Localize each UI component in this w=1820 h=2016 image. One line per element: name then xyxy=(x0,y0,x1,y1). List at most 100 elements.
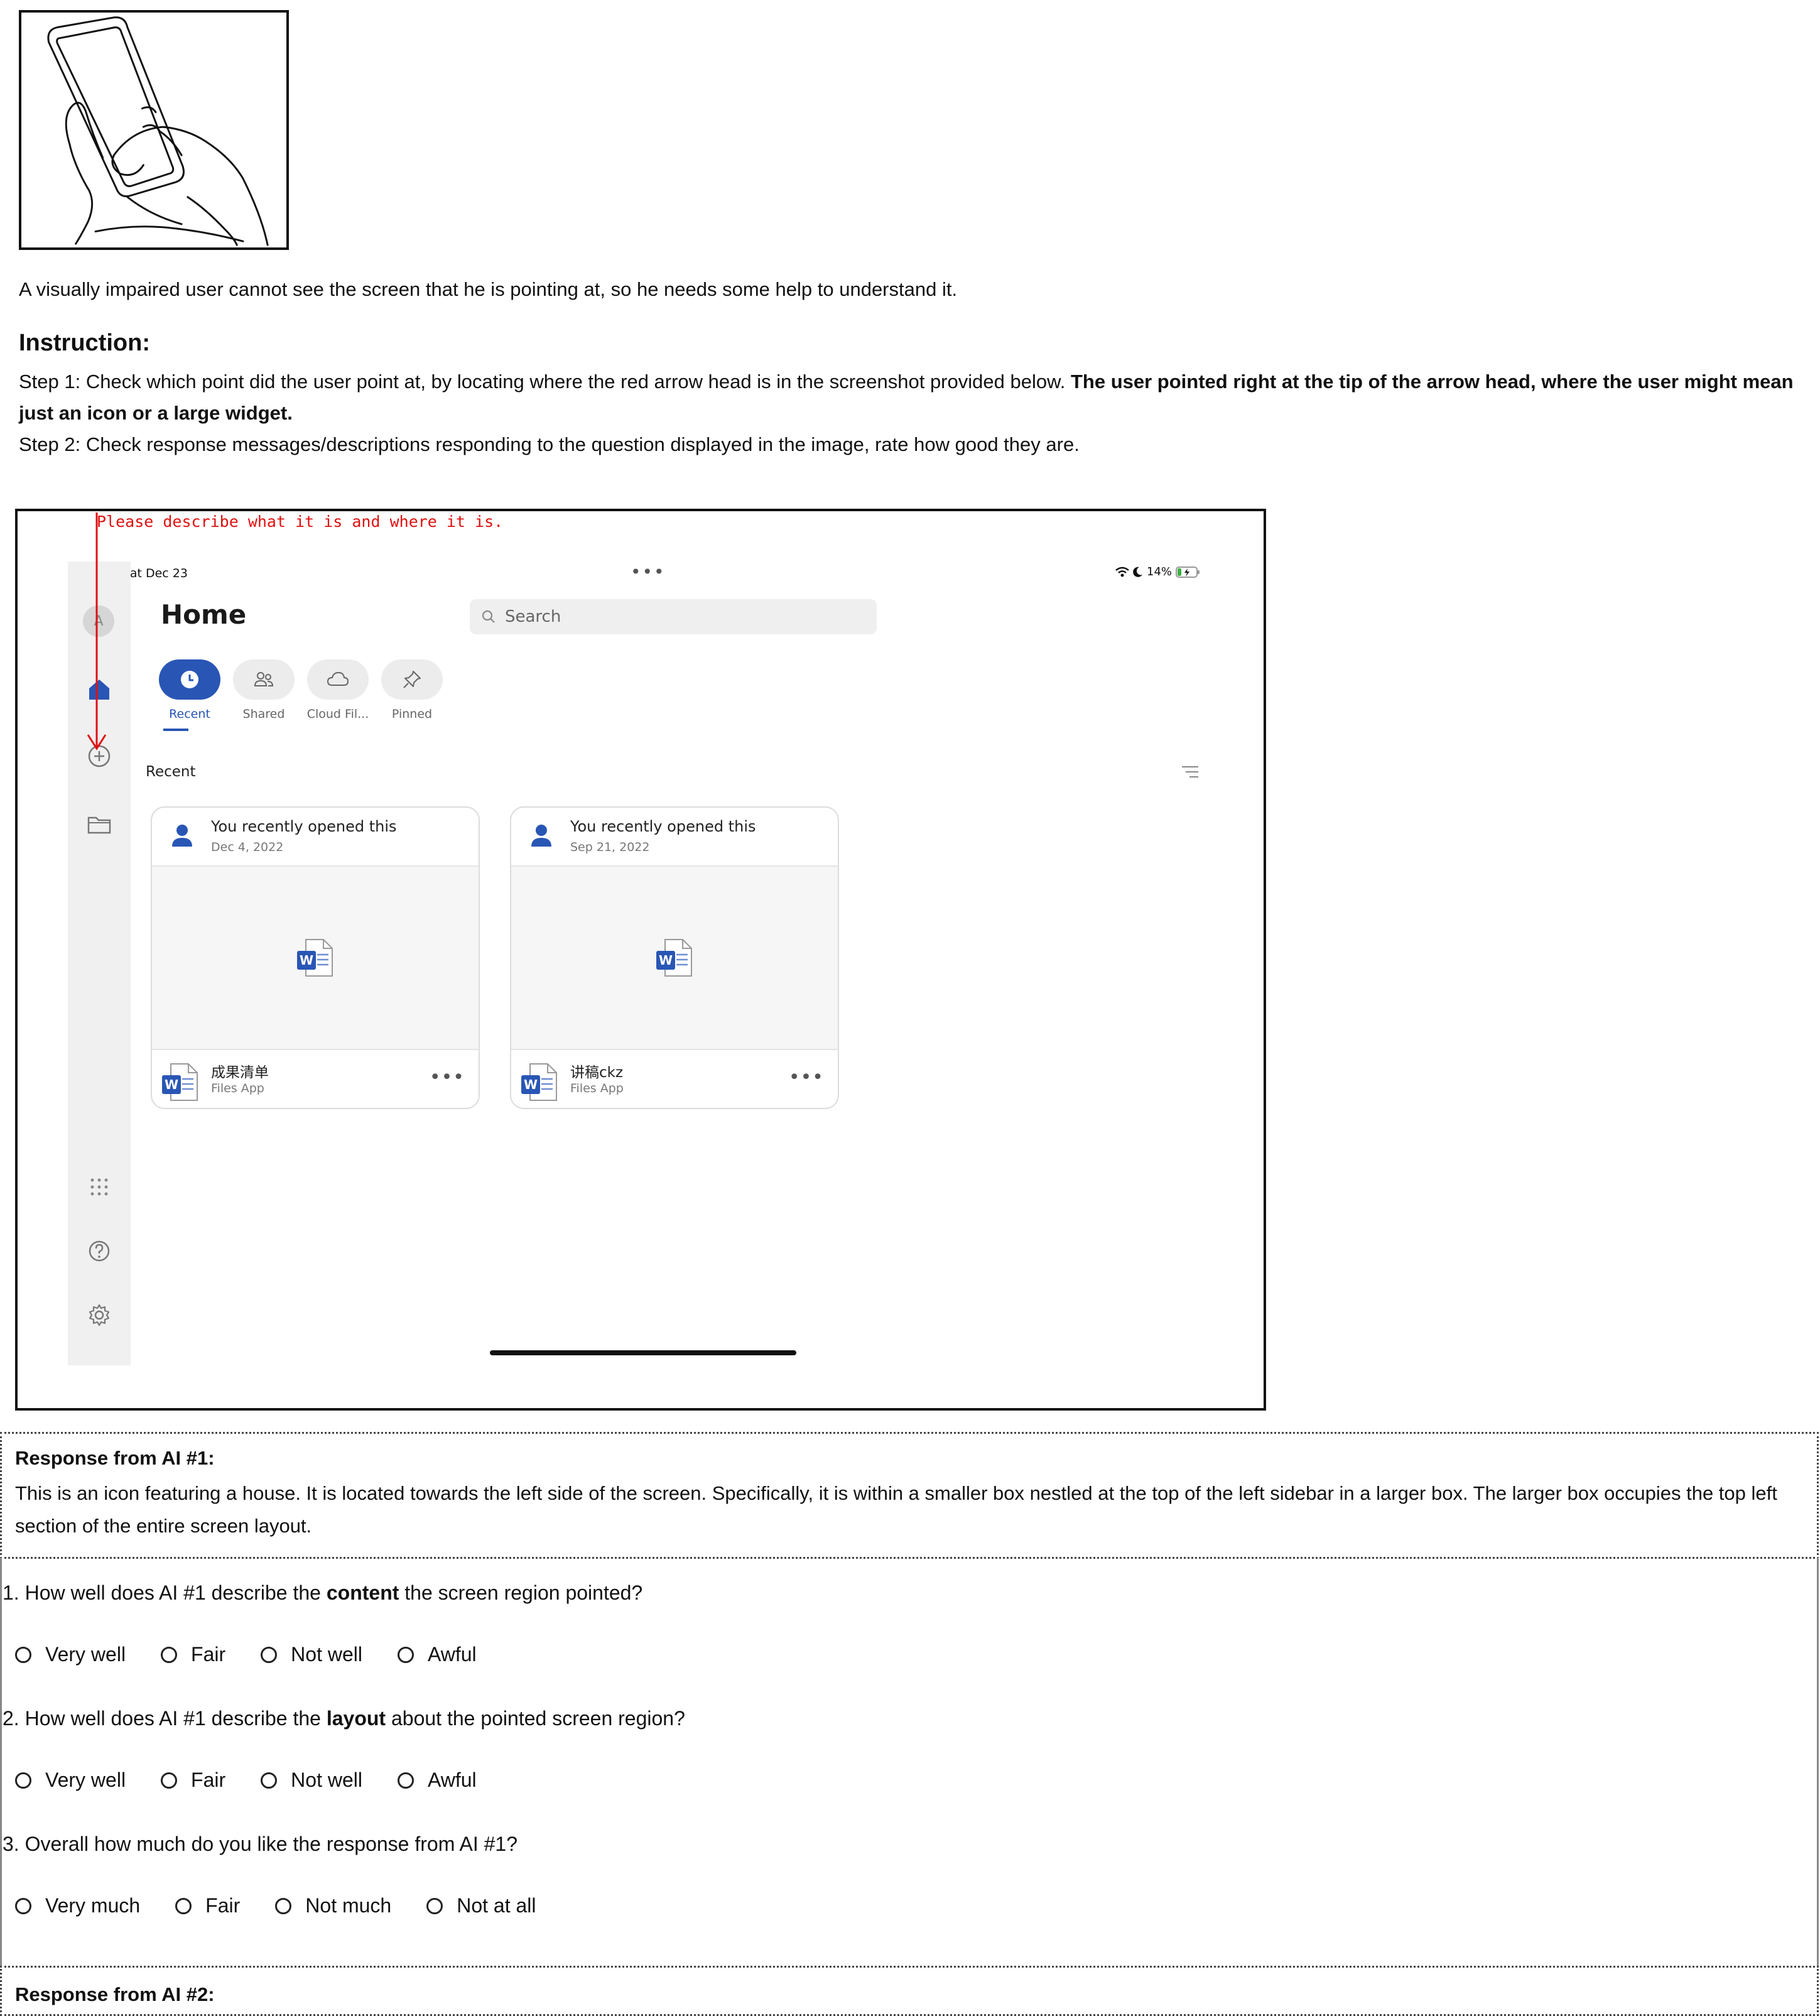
radio-button[interactable] xyxy=(15,1897,31,1914)
sort-icon[interactable] xyxy=(1179,762,1201,781)
recent-file-card[interactable]: You recently opened this Dec 4, 2022 W W… xyxy=(151,806,480,1109)
radio-option[interactable]: Not much xyxy=(275,1894,391,1917)
person-icon xyxy=(531,825,551,847)
response2-title: Response from AI #2: xyxy=(15,1983,215,2005)
battery-percent: 14% xyxy=(1147,565,1173,578)
card-heading: You recently opened this xyxy=(211,818,397,835)
question-emphasis: layout xyxy=(326,1707,386,1730)
page-title: Home xyxy=(161,599,247,630)
question-emphasis: content xyxy=(326,1581,399,1604)
question-text: 1. How well does AI #1 describe the xyxy=(3,1581,327,1604)
word-file-icon: W xyxy=(162,1063,198,1101)
response1-text: This is an icon featuring a house. It is… xyxy=(15,1482,1777,1537)
radio-option[interactable]: Very well xyxy=(15,1643,126,1666)
active-tab-indicator xyxy=(163,729,188,731)
tab-label: Recent xyxy=(169,707,210,721)
avatar[interactable]: A xyxy=(83,605,114,637)
question-1-options: Very well Fair Not well Awful xyxy=(15,1643,512,1666)
option-label: Fair xyxy=(191,1769,226,1791)
radio-option[interactable]: Very much xyxy=(15,1894,140,1917)
intro-text: A visually impaired user cannot see the … xyxy=(19,278,958,300)
home-icon[interactable] xyxy=(85,676,113,703)
multitasking-dots[interactable]: ••• xyxy=(631,561,666,582)
file-name: 讲稿ckz xyxy=(570,1065,624,1081)
more-options-button[interactable]: ••• xyxy=(789,1066,824,1088)
card-heading: You recently opened this xyxy=(570,818,756,835)
radio-option[interactable]: Fair xyxy=(161,1643,225,1666)
svg-text:W: W xyxy=(300,953,313,968)
radio-button[interactable] xyxy=(261,1772,278,1789)
question-text: about the pointed screen region? xyxy=(386,1707,685,1730)
radio-option[interactable]: Very well xyxy=(15,1769,126,1792)
wifi-icon xyxy=(1115,566,1129,577)
radio-option[interactable]: Fair xyxy=(175,1894,240,1917)
response1-title: Response from AI #1: xyxy=(15,1447,215,1469)
recent-file-card[interactable]: You recently opened this Sep 21, 2022 W … xyxy=(510,806,839,1109)
word-file-icon: W xyxy=(521,1063,557,1101)
status-indicators: 14% xyxy=(1115,565,1201,578)
file-source: Files App xyxy=(570,1081,624,1095)
word-document-icon: W xyxy=(297,939,333,977)
radio-button[interactable] xyxy=(397,1772,414,1789)
radio-button[interactable] xyxy=(161,1772,178,1789)
radio-option[interactable]: Not well xyxy=(261,1769,362,1792)
more-options-button[interactable]: ••• xyxy=(430,1066,465,1088)
step1-plain: Step 1: Check which point did the user p… xyxy=(19,371,1071,393)
tab-cloud-files[interactable]: Cloud Fil... xyxy=(306,659,369,721)
option-label: Not well xyxy=(291,1643,362,1666)
option-label: Very much xyxy=(45,1894,141,1917)
radio-button[interactable] xyxy=(261,1646,278,1663)
radio-button[interactable] xyxy=(397,1646,414,1663)
option-label: Awful xyxy=(427,1643,477,1666)
question-3-options: Very much Fair Not much Not at all xyxy=(15,1894,571,1917)
question-2-options: Very well Fair Not well Awful xyxy=(15,1769,512,1792)
tab-shared[interactable]: Shared xyxy=(232,659,295,721)
question-1: 1. How well does AI #1 describe the cont… xyxy=(3,1581,642,1605)
radio-option[interactable]: Fair xyxy=(161,1769,225,1792)
file-name: 成果清单 xyxy=(211,1065,269,1081)
option-label: Very well xyxy=(45,1769,126,1791)
question-text: 2. How well does AI #1 describe the xyxy=(3,1707,327,1730)
svg-text:W: W xyxy=(659,953,673,968)
home-indicator-bar[interactable] xyxy=(490,1350,796,1355)
step1-text: Step 1: Check which point did the user p… xyxy=(19,366,1796,429)
settings-gear-icon[interactable] xyxy=(85,1301,113,1329)
tab-pinned[interactable]: Pinned xyxy=(381,659,443,721)
card-date: Sep 21, 2022 xyxy=(570,840,650,854)
file-source: Files App xyxy=(211,1081,264,1095)
pin-icon xyxy=(403,671,421,688)
folder-icon[interactable] xyxy=(85,810,113,838)
question-text: 3. Overall how much do you like the resp… xyxy=(3,1833,517,1855)
people-icon xyxy=(254,672,274,686)
radio-button[interactable] xyxy=(15,1772,31,1789)
search-icon xyxy=(482,610,495,623)
add-circle-icon[interactable] xyxy=(85,742,113,770)
svg-text:W: W xyxy=(524,1077,538,1092)
radio-button[interactable] xyxy=(426,1897,443,1914)
hand-phone-illustration xyxy=(19,10,289,250)
radio-button[interactable] xyxy=(161,1646,178,1663)
battery-charging-icon xyxy=(1176,566,1200,578)
hand-holding-phone-icon xyxy=(47,16,269,246)
radio-button[interactable] xyxy=(15,1646,31,1663)
help-icon[interactable] xyxy=(85,1237,113,1265)
radio-button[interactable] xyxy=(275,1897,292,1914)
arrow-prompt-text: Please describe what it is and where it … xyxy=(97,512,504,531)
option-label: Fair xyxy=(205,1894,241,1917)
search-placeholder: Search xyxy=(505,607,561,626)
response2-box xyxy=(0,1966,1819,2016)
clock-icon xyxy=(181,671,198,688)
apps-grid-icon[interactable] xyxy=(85,1173,113,1201)
option-label: Fair xyxy=(191,1643,226,1666)
instruction-heading: Instruction: xyxy=(19,330,150,356)
radio-option[interactable]: Not well xyxy=(261,1643,362,1666)
radio-button[interactable] xyxy=(175,1897,192,1914)
radio-option[interactable]: Awful xyxy=(397,1643,477,1666)
option-label: Very well xyxy=(45,1643,126,1666)
radio-option[interactable]: Awful xyxy=(397,1769,477,1792)
option-label: Not well xyxy=(291,1769,362,1791)
moon-icon xyxy=(1133,566,1142,577)
search-input[interactable]: Search xyxy=(470,599,877,634)
radio-option[interactable]: Not at all xyxy=(426,1894,536,1917)
tab-recent[interactable]: Recent xyxy=(158,659,221,721)
